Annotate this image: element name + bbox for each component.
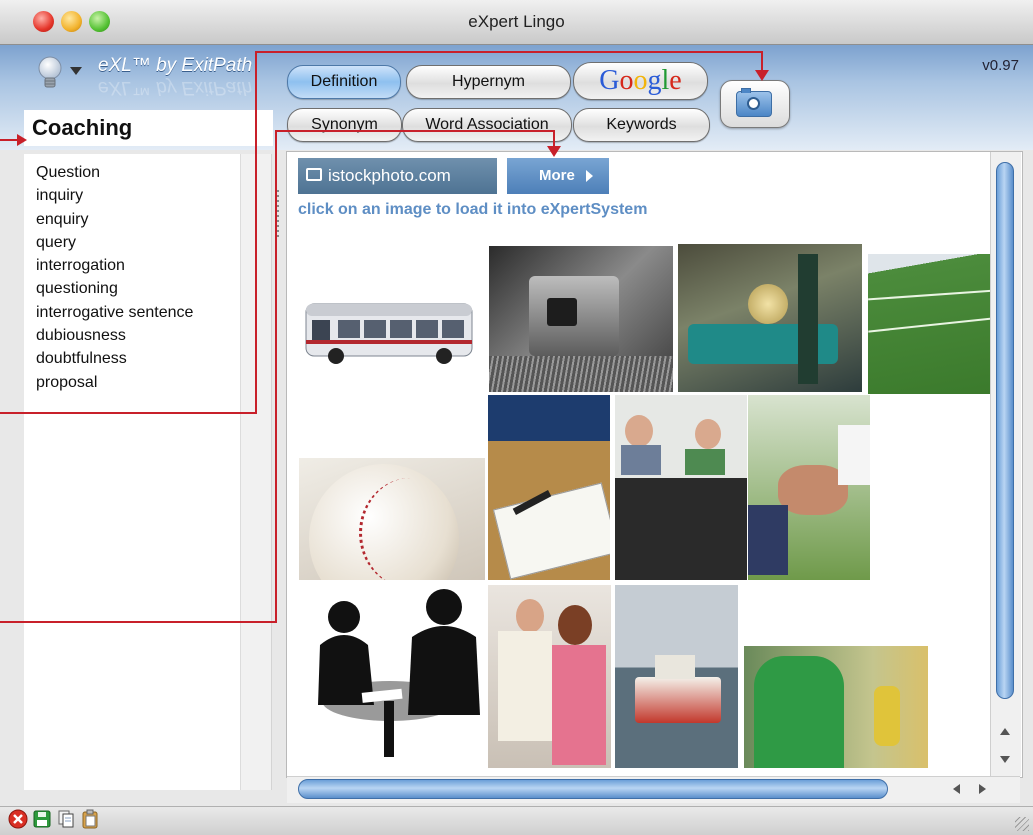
vertical-scroll-thumb[interactable] [996, 162, 1014, 699]
more-button[interactable]: More [507, 158, 609, 194]
image-thumbnail-machine[interactable] [489, 246, 673, 392]
scroll-down-icon[interactable] [1000, 756, 1010, 763]
scroll-up-icon[interactable] [1000, 728, 1010, 735]
lightbulb-icon[interactable] [35, 55, 65, 95]
list-item[interactable]: questioning [36, 277, 193, 300]
scroll-right-icon[interactable] [979, 784, 986, 794]
google-letter: o [619, 65, 634, 96]
list-item[interactable]: dubiousness [36, 324, 193, 347]
image-thumbnail-baseball[interactable] [299, 458, 485, 580]
image-thumbnail-coach[interactable] [744, 646, 928, 768]
google-letter: G [599, 65, 620, 96]
tab-hypernym[interactable]: Hypernym [406, 65, 571, 99]
list-item[interactable]: enquiry [36, 208, 193, 231]
app-window: eXpert Lingo eXL™ by ExitPath eXL™ by Ex… [0, 0, 1033, 835]
split-handle[interactable] [276, 190, 279, 240]
status-bar [0, 806, 1033, 835]
chevron-down-icon[interactable] [70, 67, 82, 75]
list-scrollbar[interactable] [240, 154, 271, 790]
list-item[interactable]: doubtfulness [36, 347, 193, 370]
google-letter: e [669, 65, 682, 96]
image-thumbnail-bus[interactable] [298, 290, 478, 370]
camera-icon [736, 88, 772, 117]
image-thumbnail-silhouette[interactable] [300, 585, 482, 761]
image-thumbnail-cart[interactable] [678, 244, 862, 392]
play-icon [586, 170, 593, 182]
tab-synonym[interactable]: Synonym [287, 108, 402, 142]
list-item[interactable]: proposal [36, 371, 193, 394]
list-item[interactable]: interrogation [36, 254, 193, 277]
window-title: eXpert Lingo [468, 12, 565, 31]
hint-text: click on an image to load it into eXpert… [298, 201, 648, 218]
list-item[interactable]: interrogative sentence [36, 301, 193, 324]
more-label: More [539, 167, 575, 184]
title-bar[interactable]: eXpert Lingo [0, 0, 1033, 45]
horizontal-scroll-thumb[interactable] [298, 779, 888, 799]
image-thumbnail-ferry[interactable] [615, 585, 738, 768]
image-thumbnail-field[interactable] [868, 254, 994, 394]
delete-icon[interactable] [8, 809, 28, 829]
camera-icon [306, 168, 322, 181]
save-icon[interactable] [32, 809, 52, 829]
list-item[interactable]: inquiry [36, 184, 193, 207]
synonym-list: Question inquiry enquiry query interroga… [36, 161, 193, 394]
brand-logo: eXL™ by ExitPath [98, 55, 253, 76]
image-thumbnail-teacher[interactable] [488, 585, 611, 768]
resize-grip-icon[interactable] [1015, 817, 1029, 831]
istockphoto-label: istockphoto.com [328, 166, 451, 185]
list-item[interactable]: query [36, 231, 193, 254]
tab-definition[interactable]: Definition [287, 65, 401, 99]
image-thumbnail-hands[interactable] [748, 395, 870, 580]
scroll-left-icon[interactable] [953, 784, 960, 794]
image-thumbnail-whiteboard[interactable] [488, 395, 610, 580]
google-letter: g [647, 65, 662, 96]
paste-icon[interactable] [80, 809, 100, 829]
google-button[interactable]: Google [573, 62, 708, 100]
tab-keywords[interactable]: Keywords [573, 108, 710, 142]
version-label: v0.97 [982, 57, 1019, 74]
istockphoto-banner[interactable]: istockphoto.com [298, 158, 497, 194]
google-letter: o [633, 65, 648, 96]
tab-word-association[interactable]: Word Association [402, 108, 572, 142]
search-word[interactable]: Coaching [24, 110, 273, 146]
list-item[interactable]: Question [36, 161, 193, 184]
brand-logo-reflection: eXL™ by ExitPath [98, 77, 253, 98]
image-thumbnail-computer-kids[interactable] [615, 395, 747, 580]
copy-icon[interactable] [56, 809, 76, 829]
